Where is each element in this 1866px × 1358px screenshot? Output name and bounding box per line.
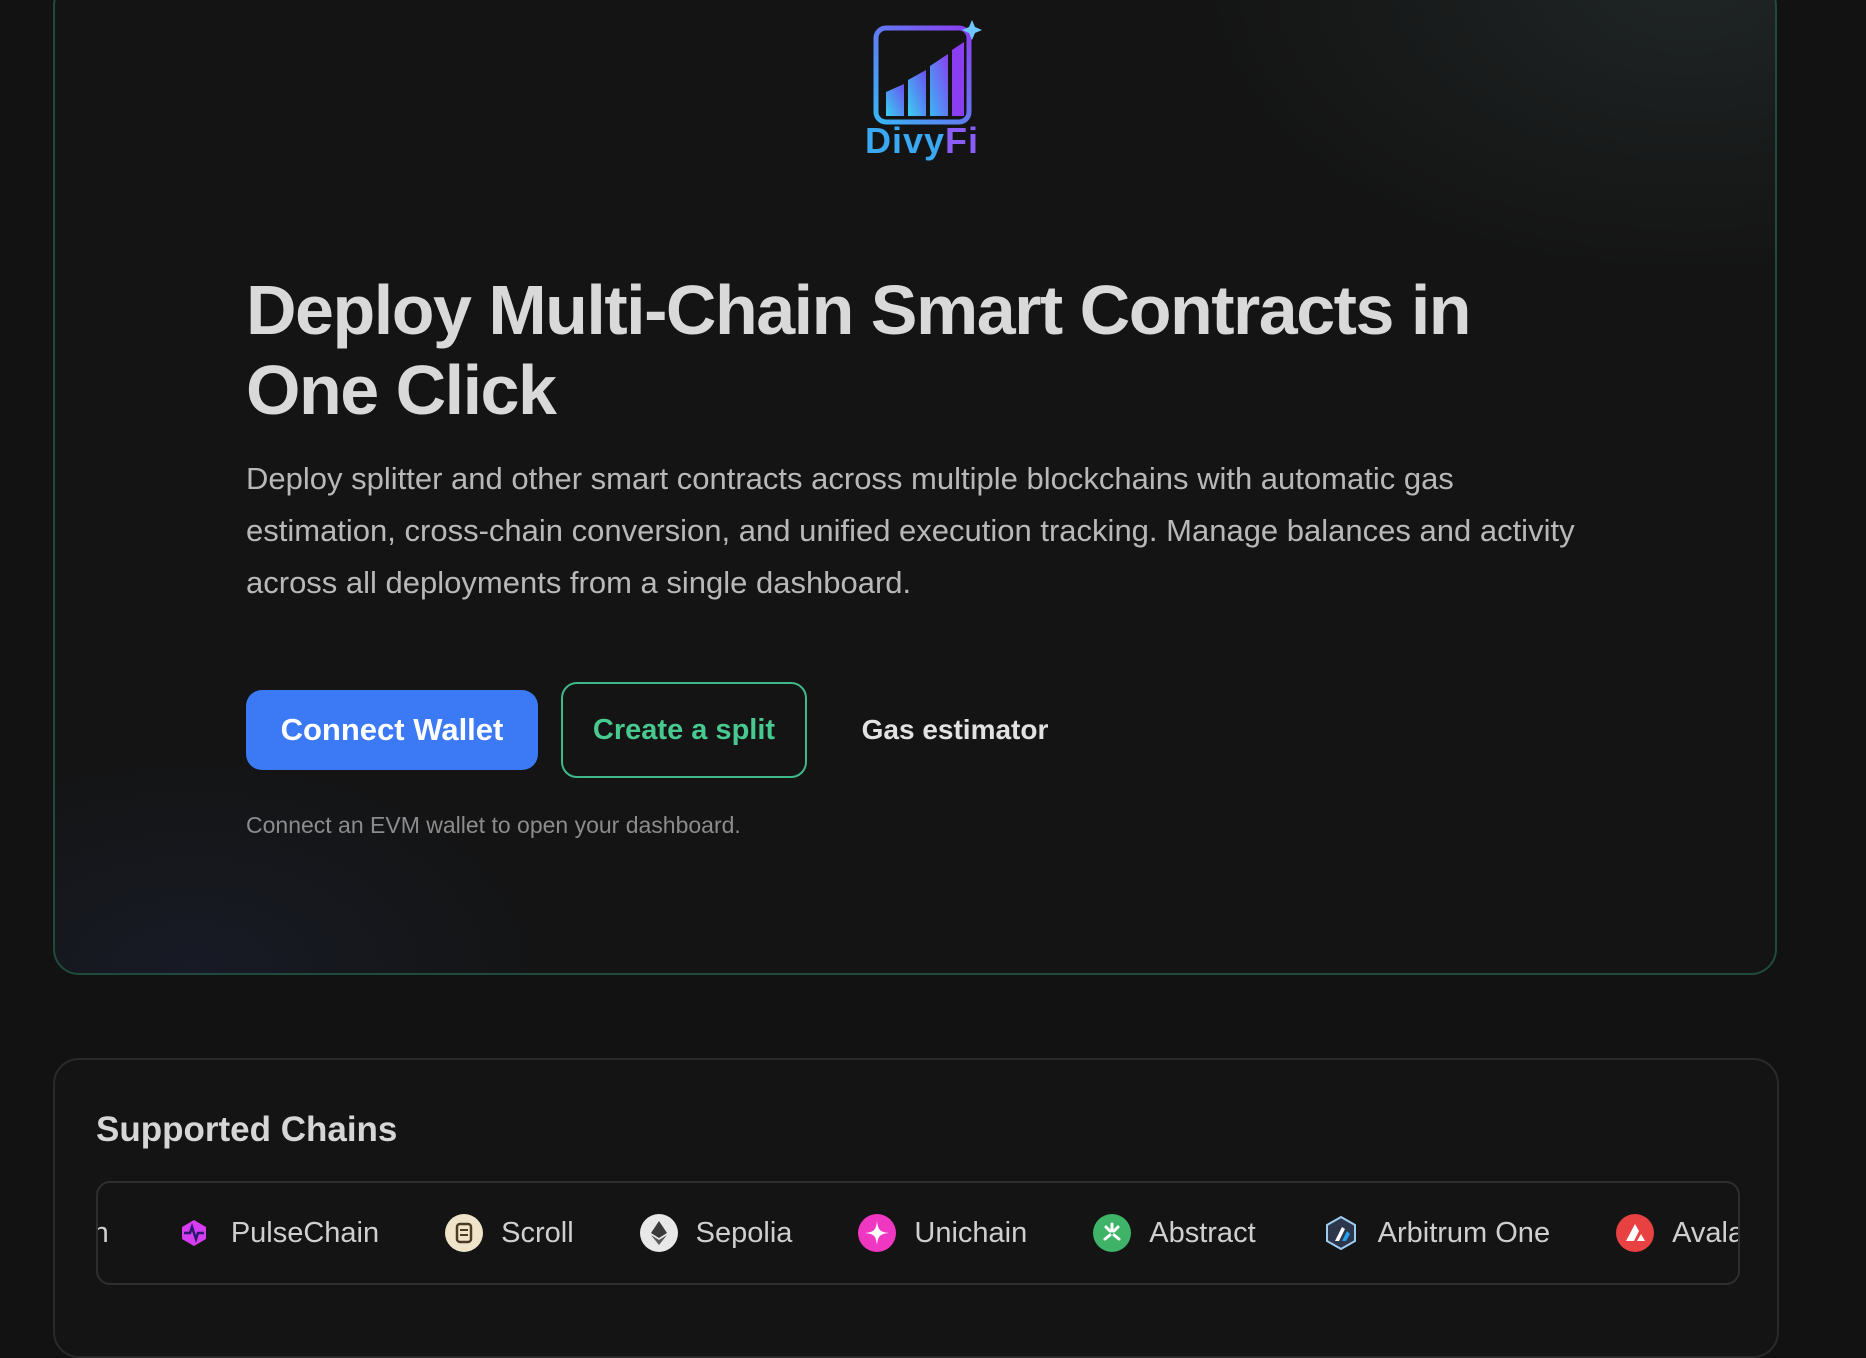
hero-title: Deploy Multi-Chain Smart Contracts in On…	[246, 271, 1472, 429]
supported-chains-title: Supported Chains	[96, 1110, 398, 1149]
chain-label: Avalanche	[1672, 1216, 1738, 1249]
chain-item-scroll[interactable]: Scroll	[445, 1214, 574, 1252]
chain-item-sepolia[interactable]: Sepolia	[639, 1214, 793, 1252]
scroll-icon	[445, 1214, 484, 1252]
chain-item-avalanche[interactable]: Avalanche	[1616, 1214, 1738, 1252]
chain-label: Scroll	[501, 1216, 574, 1249]
hero-card: DivyFi Deploy Multi-Chain Smart Contract…	[53, 0, 1777, 975]
chain-item-polygon[interactable]: Polygon	[98, 1214, 109, 1252]
chain-item-abstract[interactable]: Abstract	[1093, 1214, 1256, 1252]
chain-label: Unichain	[914, 1216, 1028, 1249]
avalanche-icon	[1616, 1214, 1655, 1252]
unichain-icon	[858, 1214, 897, 1252]
connect-wallet-button[interactable]: Connect Wallet	[246, 690, 538, 770]
bar-chart-sparkle-icon	[873, 20, 982, 125]
pulsechain-icon	[175, 1214, 213, 1252]
arbitrum-icon	[1322, 1214, 1360, 1252]
create-split-button[interactable]: Create a split	[561, 682, 807, 778]
brand-logo[interactable]: DivyFi	[852, 20, 992, 170]
wallet-hint: Connect an EVM wallet to open your dashb…	[246, 812, 741, 838]
chain-label: Arbitrum One	[1377, 1216, 1551, 1249]
chain-label: Sepolia	[695, 1216, 793, 1249]
chain-item-pulsechain[interactable]: PulseChain	[175, 1214, 379, 1252]
brand-name: DivyFi	[864, 120, 980, 161]
chain-label: PulseChain	[230, 1216, 380, 1249]
chain-label: Polygon	[98, 1217, 109, 1250]
supported-chains-card: Supported Chains Polygon PulseChain Scro…	[53, 1058, 1779, 1358]
chains-track: Polygon PulseChain Scroll Sepolia	[98, 1183, 1738, 1283]
ethereum-icon	[639, 1214, 678, 1252]
abstract-icon	[1093, 1214, 1132, 1252]
chain-item-unichain[interactable]: Unichain	[858, 1214, 1027, 1252]
chain-label: Abstract	[1149, 1216, 1256, 1249]
chains-marquee: Polygon PulseChain Scroll Sepolia	[96, 1181, 1740, 1285]
gas-estimator-button[interactable]: Gas estimator	[845, 690, 1065, 770]
hero-description: Deploy splitter and other smart contract…	[246, 461, 1575, 600]
chain-item-arbitrum-one[interactable]: Arbitrum One	[1322, 1214, 1550, 1252]
